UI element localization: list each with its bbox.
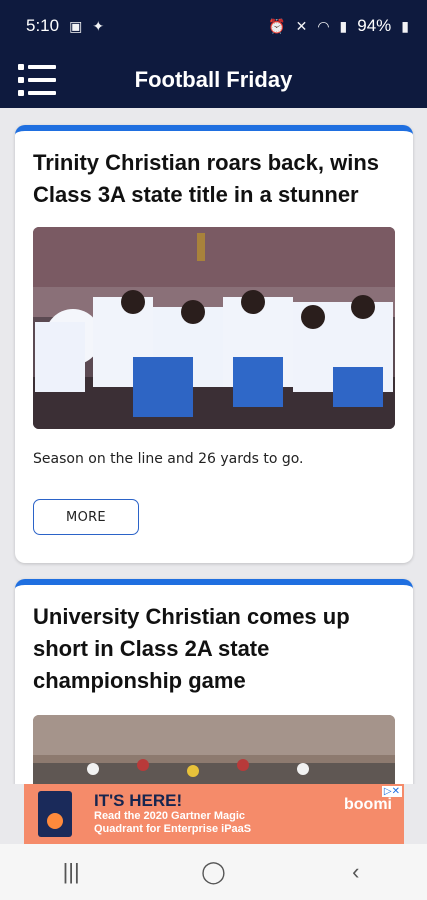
- app-bar: Football Friday: [0, 52, 427, 108]
- ad-body-line1: Read the 2020 Gartner Magic: [94, 810, 246, 822]
- article-card[interactable]: Trinity Christian roars back, wins Class…: [15, 125, 413, 563]
- article-image[interactable]: [33, 227, 395, 429]
- article-title[interactable]: Trinity Christian roars back, wins Class…: [15, 131, 413, 211]
- mute-icon: ✕: [295, 17, 308, 34]
- app-title: Football Friday: [134, 67, 293, 92]
- notification-icon: ✦: [92, 17, 105, 34]
- article-description: Season on the line and 26 yards to go.: [33, 451, 304, 467]
- status-bar: 5:10 ▣ ✦ ⏰ ✕ ◠ ▮ 94% ▮: [0, 0, 427, 52]
- signal-icon: ▮: [339, 17, 348, 34]
- recents-icon[interactable]: |||: [41, 859, 101, 885]
- ad-choices-icon[interactable]: ▷✕: [381, 786, 402, 797]
- battery-icon: ▮: [401, 17, 409, 34]
- article-feed[interactable]: Trinity Christian roars back, wins Class…: [0, 108, 427, 784]
- status-time: 5:10: [26, 16, 60, 35]
- status-right: ⏰ ✕ ◠ ▮ 94% ▮: [268, 16, 409, 36]
- article-card[interactable]: University Christian comes up short in C…: [15, 579, 413, 784]
- ad-headline: IT'S HERE!: [94, 791, 183, 810]
- battery-level: 94%: [357, 16, 392, 35]
- ad-brand: boomi: [344, 796, 392, 813]
- ad-text: IT'S HERE! Read the 2020 Gartner Magic Q…: [94, 792, 251, 836]
- gallery-icon: ▣: [69, 17, 83, 34]
- article-image[interactable]: [33, 715, 395, 784]
- back-icon[interactable]: ‹: [326, 859, 386, 885]
- more-button[interactable]: MORE: [33, 499, 139, 535]
- alarm-icon: ⏰: [268, 17, 286, 34]
- system-nav-bar: ||| ◯ ‹: [0, 844, 427, 900]
- status-left: 5:10 ▣ ✦: [26, 16, 104, 36]
- home-icon[interactable]: ◯: [183, 859, 243, 885]
- ad-banner[interactable]: IT'S HERE! Read the 2020 Gartner Magic Q…: [24, 784, 404, 844]
- menu-icon[interactable]: [18, 64, 56, 96]
- wifi-icon: ◠: [317, 17, 330, 34]
- report-icon: [38, 791, 72, 837]
- article-title[interactable]: University Christian comes up short in C…: [15, 585, 413, 697]
- ad-body-line2: Quadrant for Enterprise iPaaS: [94, 823, 252, 835]
